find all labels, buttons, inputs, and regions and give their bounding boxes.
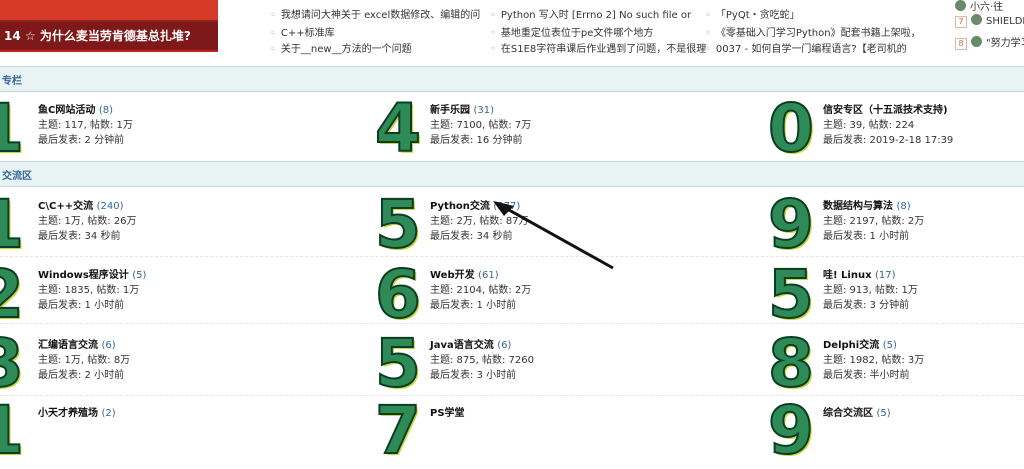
annotation-arrow-icon: [493, 201, 614, 270]
